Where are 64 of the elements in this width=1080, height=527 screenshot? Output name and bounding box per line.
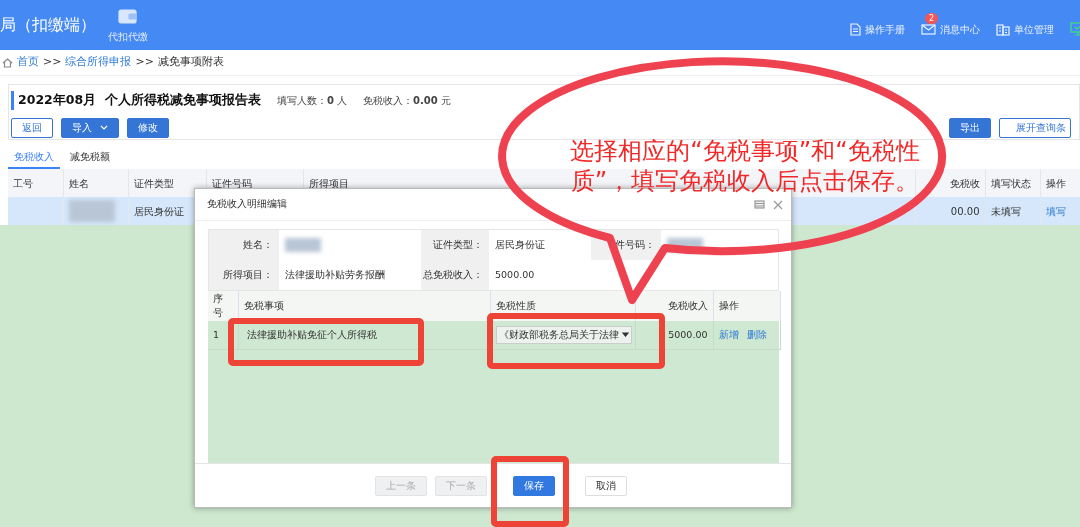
toolbar-link[interactable]: 消息中心 xyxy=(921,21,980,37)
tab[interactable]: 减免税额 xyxy=(64,146,116,169)
building-icon xyxy=(996,22,1010,36)
close-icon[interactable] xyxy=(773,199,783,210)
app-title: 局（扣缴端） xyxy=(0,14,97,36)
breadcrumb-link[interactable]: 首页 xyxy=(17,54,39,71)
breadcrumb-link[interactable]: 综合所得申报 xyxy=(65,54,132,71)
notification-badge: 2 xyxy=(925,12,939,24)
redacted-block xyxy=(285,238,321,252)
home-icon[interactable] xyxy=(2,57,13,68)
field-label: 证件类型： xyxy=(421,230,489,260)
chevron-icon xyxy=(100,125,108,131)
column-header: 免税收入 xyxy=(667,299,708,311)
dialog-title: 免税收入明细编辑 xyxy=(207,197,287,212)
table-cell: 居民身份证 xyxy=(133,205,184,217)
action-link[interactable]: 删除 xyxy=(746,328,767,340)
dialog-button[interactable]: 保存 xyxy=(513,475,555,496)
field-value: 居民身份证 xyxy=(495,238,545,252)
toolbar-button[interactable]: 返回 xyxy=(11,117,53,138)
dropdown-select[interactable]: 《财政部税务总局关于法律 xyxy=(495,325,632,344)
column-header: 证件类型 xyxy=(133,177,174,189)
maximize-icon[interactable] xyxy=(754,200,765,209)
row-number: 1 xyxy=(213,328,220,340)
toolbar-link[interactable]: 单位管理 xyxy=(996,21,1054,37)
action-link[interactable]: 新增 xyxy=(718,328,739,340)
column-header: 证件号码 xyxy=(211,177,252,189)
column-header: 序号 xyxy=(213,292,223,318)
redacted-block xyxy=(68,200,115,222)
column-header: 所得项目 xyxy=(308,177,349,189)
dialog-button[interactable]: 取消 xyxy=(585,475,627,496)
breadcrumb-current: 减免事项附表 xyxy=(157,54,224,71)
field-label: 总免税收入： xyxy=(421,260,489,290)
column-header: 免税性质 xyxy=(495,299,536,311)
toolbar-button[interactable]: 修改 xyxy=(127,117,169,138)
dropdown-arrow-icon xyxy=(621,332,629,338)
table-cell: 未填写 xyxy=(990,205,1021,217)
column-header: 填写状态 xyxy=(990,177,1031,189)
toolbar-link[interactable]: 操作手册 xyxy=(849,21,905,37)
report-title: 2022年08月 个人所得税减免事项报告表 xyxy=(11,91,261,110)
column-header: 操作 xyxy=(718,299,739,311)
column-header: 操作 xyxy=(1045,177,1066,189)
table-cell: 5000.00 xyxy=(668,328,708,340)
summary-stat: 填写人数：0 人 xyxy=(276,93,348,108)
document-icon xyxy=(849,22,861,36)
mail-icon xyxy=(921,23,936,35)
wallet-icon xyxy=(118,6,138,25)
breadcrumb-separator: >> xyxy=(135,54,154,71)
nav-item[interactable]: 代扣代缴 xyxy=(108,6,148,44)
exemption-item: 法律援助补贴免征个人所得税 xyxy=(246,328,377,340)
breadcrumb-separator: >> xyxy=(43,54,62,71)
column-header: 工号 xyxy=(13,177,33,189)
callout-text: 选择相应的“免税事项”和“免税性质”，填写免税收入后点击保存。 xyxy=(569,136,921,196)
column-header: 免税事项 xyxy=(243,299,284,311)
dropdown-button[interactable]: 导入 xyxy=(61,117,119,138)
column-header: 免税收 xyxy=(949,177,980,189)
field-value: 5000.00 xyxy=(495,268,535,282)
toolbar-button[interactable]: 导出 xyxy=(949,117,991,138)
field-label: 姓名： xyxy=(209,230,279,260)
column-header: 姓名 xyxy=(68,177,89,189)
summary-stat: 免税收入：0.00 元 xyxy=(363,93,451,108)
field-value: 法律援助补贴劳务报酬 xyxy=(285,268,385,282)
table-cell: 00.00 xyxy=(950,205,980,217)
field-label: 所得项目： xyxy=(209,260,279,290)
toolbar-button[interactable]: 展开查询条 xyxy=(999,117,1071,138)
